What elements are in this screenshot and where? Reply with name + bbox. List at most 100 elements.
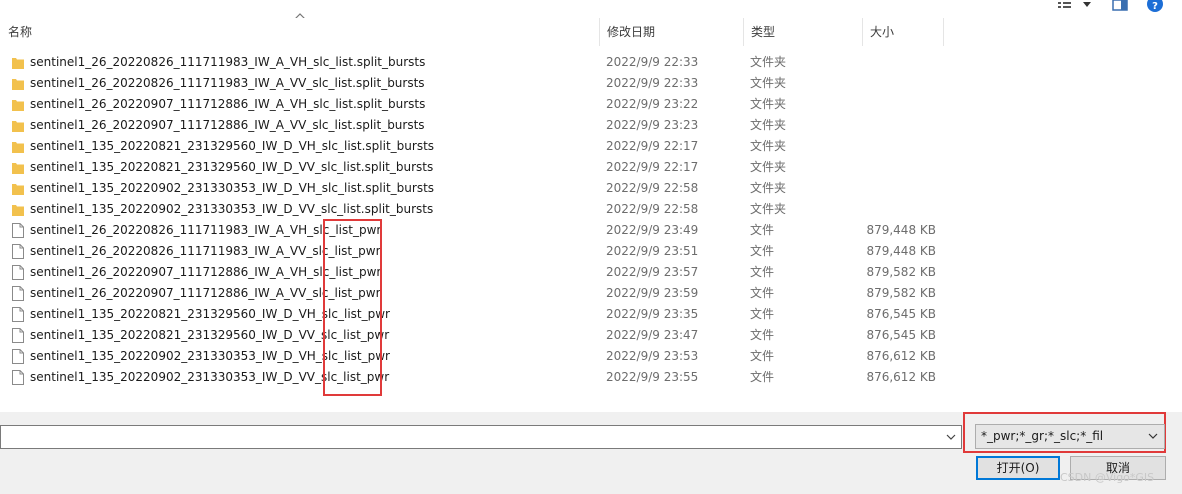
row-size: 879,582 KB — [866, 265, 936, 279]
folder-icon — [12, 160, 24, 175]
preview-pane-icon[interactable] — [1112, 0, 1128, 12]
row-type: 文件 — [750, 244, 775, 258]
open-button[interactable]: 打开(O) — [976, 456, 1060, 480]
file-list-row[interactable]: sentinel1_135_20220821_231329560_IW_D_VH… — [0, 304, 1182, 325]
row-type: 文件夹 — [750, 202, 787, 216]
help-icon[interactable]: ? — [1147, 0, 1163, 12]
column-header-date[interactable]: 修改日期 — [599, 18, 743, 46]
row-date: 2022/9/9 23:23 — [606, 118, 699, 132]
column-header-size[interactable]: 大小 — [862, 18, 943, 46]
chevron-down-icon[interactable] — [945, 430, 957, 444]
file-list: sentinel1_26_20220826_111711983_IW_A_VH_… — [0, 52, 1182, 412]
row-type: 文件夹 — [750, 97, 787, 111]
row-date: 2022/9/9 23:53 — [606, 349, 699, 363]
row-type: 文件 — [750, 349, 775, 363]
toolbar-strip: ? — [0, 0, 1182, 16]
row-size: 879,448 KB — [866, 223, 936, 237]
row-name: sentinel1_26_20220826_111711983_IW_A_VV_… — [30, 76, 425, 90]
row-date: 2022/9/9 23:22 — [606, 97, 699, 111]
file-icon — [12, 244, 24, 259]
file-icon — [12, 307, 24, 322]
row-name: sentinel1_26_20220907_111712886_IW_A_VV_… — [30, 286, 381, 300]
file-name-input[interactable] — [5, 428, 939, 448]
chevron-down-icon[interactable] — [1082, 0, 1092, 12]
row-type: 文件夹 — [750, 160, 787, 174]
row-type: 文件 — [750, 328, 775, 342]
folder-icon — [12, 97, 24, 112]
folder-icon — [12, 76, 24, 91]
file-list-row[interactable]: sentinel1_26_20220907_111712886_IW_A_VH_… — [0, 262, 1182, 283]
row-size: 876,612 KB — [866, 349, 936, 363]
file-list-row[interactable]: sentinel1_135_20220821_231329560_IW_D_VV… — [0, 325, 1182, 346]
row-date: 2022/9/9 23:55 — [606, 370, 699, 384]
row-size: 876,545 KB — [866, 328, 936, 342]
chevron-down-icon — [1148, 433, 1158, 439]
row-size: 876,612 KB — [866, 370, 936, 384]
row-date: 2022/9/9 23:35 — [606, 307, 699, 321]
row-date: 2022/9/9 23:51 — [606, 244, 699, 258]
row-name: sentinel1_135_20220902_231330353_IW_D_VH… — [30, 349, 390, 363]
row-name: sentinel1_135_20220821_231329560_IW_D_VH… — [30, 307, 390, 321]
row-type: 文件夹 — [750, 139, 787, 153]
row-name: sentinel1_135_20220902_231330353_IW_D_VV… — [30, 202, 434, 216]
file-list-row[interactable]: sentinel1_26_20220826_111711983_IW_A_VH_… — [0, 220, 1182, 241]
row-date: 2022/9/9 23:49 — [606, 223, 699, 237]
file-list-row[interactable]: sentinel1_135_20220902_231330353_IW_D_VV… — [0, 199, 1182, 220]
watermark: CSDN @Vigo*GIS — [1060, 471, 1155, 484]
row-date: 2022/9/9 22:17 — [606, 160, 699, 174]
row-size: 879,448 KB — [866, 244, 936, 258]
folder-icon — [12, 118, 24, 133]
row-name: sentinel1_135_20220821_231329560_IW_D_VV… — [30, 328, 390, 342]
file-list-row[interactable]: sentinel1_135_20220902_231330353_IW_D_VH… — [0, 178, 1182, 199]
row-date: 2022/9/9 22:33 — [606, 55, 699, 69]
svg-text:?: ? — [1152, 1, 1158, 12]
file-type-filter-select[interactable]: *_pwr;*_gr;*_slc;*_fil — [975, 424, 1165, 449]
row-name: sentinel1_26_20220907_111712886_IW_A_VH_… — [30, 97, 426, 111]
file-list-row[interactable]: sentinel1_26_20220907_111712886_IW_A_VV_… — [0, 115, 1182, 136]
row-date: 2022/9/9 23:47 — [606, 328, 699, 342]
folder-icon — [12, 139, 24, 154]
file-list-row[interactable]: sentinel1_26_20220907_111712886_IW_A_VH_… — [0, 94, 1182, 115]
column-header-name[interactable]: 名称 — [0, 18, 599, 46]
file-list-row[interactable]: sentinel1_26_20220826_111711983_IW_A_VV_… — [0, 241, 1182, 262]
view-options-icon[interactable] — [1058, 0, 1076, 12]
file-list-row[interactable]: sentinel1_135_20220902_231330353_IW_D_VH… — [0, 346, 1182, 367]
column-header: 名称 修改日期 类型 大小 — [0, 18, 1182, 46]
row-type: 文件 — [750, 265, 775, 279]
folder-icon — [12, 55, 24, 70]
file-icon — [12, 370, 24, 385]
column-header-type[interactable]: 类型 — [743, 18, 862, 46]
row-type: 文件 — [750, 307, 775, 321]
file-icon — [12, 265, 24, 280]
row-name: sentinel1_26_20220826_111711983_IW_A_VH_… — [30, 223, 382, 237]
row-name: sentinel1_135_20220902_231330353_IW_D_VV… — [30, 370, 390, 384]
column-divider[interactable] — [943, 18, 944, 46]
row-date: 2022/9/9 22:58 — [606, 202, 699, 216]
row-date: 2022/9/9 23:57 — [606, 265, 699, 279]
folder-icon — [12, 181, 24, 196]
file-name-field[interactable] — [0, 425, 962, 449]
file-list-row[interactable]: sentinel1_26_20220826_111711983_IW_A_VH_… — [0, 52, 1182, 73]
row-type: 文件 — [750, 223, 775, 237]
row-name: sentinel1_135_20220821_231329560_IW_D_VH… — [30, 139, 435, 153]
row-type: 文件夹 — [750, 55, 787, 69]
file-list-row[interactable]: sentinel1_135_20220902_231330353_IW_D_VV… — [0, 367, 1182, 388]
file-list-row[interactable]: sentinel1_26_20220826_111711983_IW_A_VV_… — [0, 73, 1182, 94]
file-list-row[interactable]: sentinel1_135_20220821_231329560_IW_D_VH… — [0, 136, 1182, 157]
file-icon — [12, 349, 24, 364]
row-size: 876,545 KB — [866, 307, 936, 321]
file-icon — [12, 223, 24, 238]
row-type: 文件 — [750, 370, 775, 384]
folder-icon — [12, 202, 24, 217]
file-list-row[interactable]: sentinel1_135_20220821_231329560_IW_D_VV… — [0, 157, 1182, 178]
row-name: sentinel1_135_20220902_231330353_IW_D_VH… — [30, 181, 435, 195]
file-type-filter-value: *_pwr;*_gr;*_slc;*_fil — [981, 429, 1104, 443]
row-name: sentinel1_26_20220826_111711983_IW_A_VV_… — [30, 244, 381, 258]
row-date: 2022/9/9 22:33 — [606, 76, 699, 90]
row-name: sentinel1_135_20220821_231329560_IW_D_VV… — [30, 160, 434, 174]
file-list-row[interactable]: sentinel1_26_20220907_111712886_IW_A_VV_… — [0, 283, 1182, 304]
row-type: 文件 — [750, 286, 775, 300]
row-name: sentinel1_26_20220907_111712886_IW_A_VH_… — [30, 265, 382, 279]
row-type: 文件夹 — [750, 76, 787, 90]
row-date: 2022/9/9 22:58 — [606, 181, 699, 195]
